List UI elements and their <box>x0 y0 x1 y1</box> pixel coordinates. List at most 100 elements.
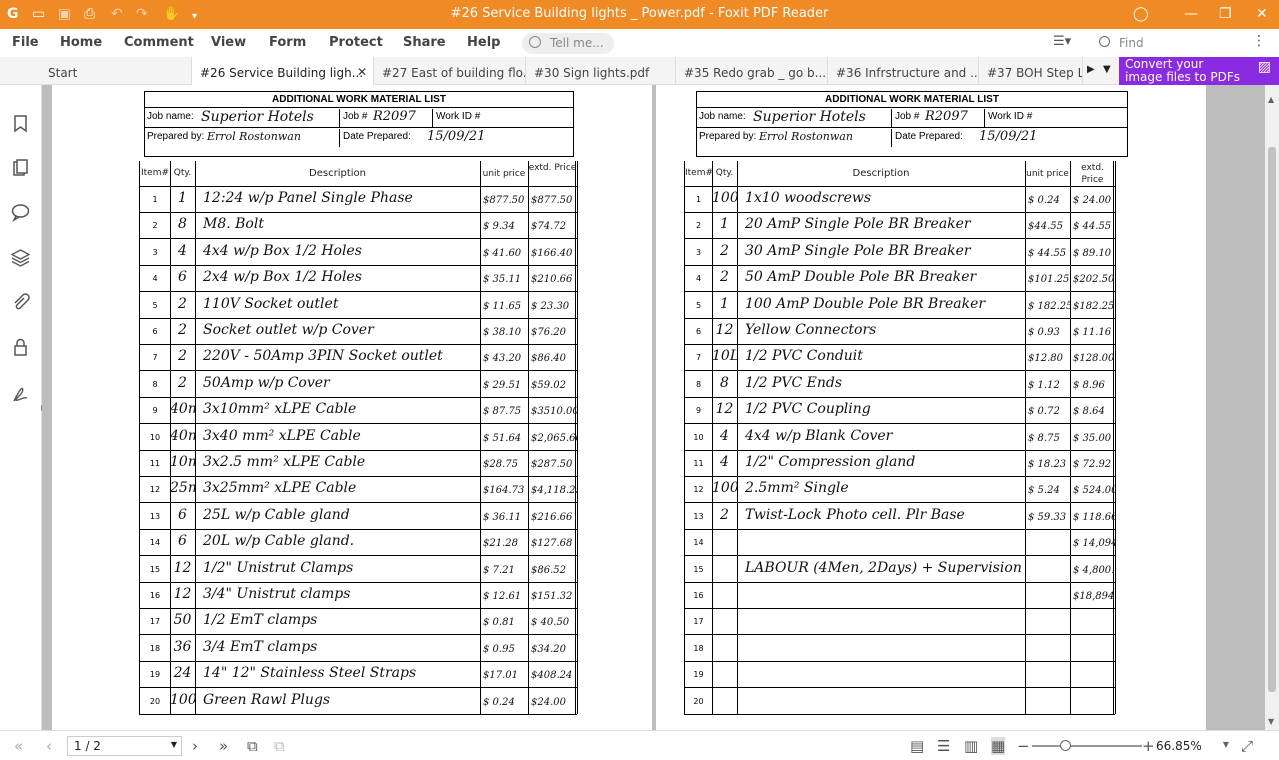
continuous-page-icon[interactable]: ☰ <box>937 737 950 755</box>
item-extended-price: $ 524.00 <box>1073 485 1115 497</box>
vertical-scrollbar[interactable]: ▲ ▼ <box>1265 85 1279 730</box>
item-unit-price: $ 182.25 <box>1028 300 1070 312</box>
next-view-icon[interactable]: ⧉ <box>274 737 285 755</box>
previous-view-icon[interactable]: ⧉ <box>247 737 258 755</box>
close-tab-icon[interactable]: ✕ <box>357 65 367 79</box>
fullscreen-icon[interactable]: ⤢ <box>1241 737 1253 755</box>
item-description: LABOUR (4Men, 2Days) + Supervision <box>745 559 1022 576</box>
facing-page-icon[interactable]: ▥ <box>964 737 978 755</box>
item-unit-price: $ 0.24 <box>483 696 515 708</box>
item-description: 20 AmP Single Pole BR Breaker <box>745 216 971 233</box>
menu-file[interactable]: File <box>12 35 39 50</box>
print-icon[interactable]: ⎙ <box>84 5 95 23</box>
zoom-out-icon[interactable]: − <box>1017 737 1030 755</box>
find-input[interactable]: Find <box>1095 32 1237 54</box>
undo-icon[interactable]: ↶ <box>111 5 123 23</box>
tab-list-dropdown-icon[interactable]: ▼ <box>1103 64 1111 75</box>
search-icon <box>1099 36 1110 47</box>
close-icon[interactable]: ✕ <box>1256 5 1268 23</box>
tab-doc-35[interactable]: #35 Redo grab _ go b... <box>676 57 828 85</box>
tab-start[interactable]: Start <box>40 57 192 85</box>
security-lock-icon[interactable] <box>11 338 30 357</box>
continuous-facing-icon[interactable]: ▦ <box>991 737 1006 755</box>
item-extended-price: $216.66 <box>531 511 573 523</box>
item-unit-price: $ 8.75 <box>1028 432 1060 444</box>
single-page-icon[interactable]: ▤ <box>910 737 924 755</box>
tab-doc-26[interactable]: #26 Service Building ligh... ✕ <box>192 57 374 85</box>
col-item: Item# <box>685 168 712 178</box>
pages-icon[interactable] <box>11 159 30 178</box>
menu-protect[interactable]: Protect <box>329 35 383 50</box>
zoom-slider[interactable] <box>1032 740 1142 751</box>
tab-doc-30[interactable]: #30 Sign lights.pdf <box>526 57 676 85</box>
job-number-value: R2097 <box>925 109 968 124</box>
item-quantity: 36 <box>173 638 192 655</box>
tab-doc-36[interactable]: #36 Infrstructure and ... <box>828 57 979 85</box>
material-table-left: Item# Qty. Description unit price extd. Pric… <box>139 161 578 715</box>
item-description: 3x40 mm² xLPE Cable <box>203 427 361 444</box>
item-quantity: 12 <box>173 586 192 602</box>
search-options-icon[interactable]: ☰▾ <box>1053 34 1071 49</box>
bookmark-icon[interactable] <box>11 114 30 133</box>
tab-scroll-right-icon[interactable]: ▶ <box>1087 64 1095 75</box>
scroll-down-icon[interactable]: ▼ <box>1268 717 1274 726</box>
zoom-dropdown-icon[interactable]: ▼ <box>1223 740 1229 749</box>
zoom-level-field[interactable]: 66.85% ▼ <box>1153 736 1233 756</box>
col-unit-price: unit price <box>1026 169 1069 179</box>
account-icon[interactable]: ◯ <box>1133 5 1149 23</box>
hand-tool-icon[interactable]: ✋ <box>163 5 180 23</box>
layers-icon[interactable] <box>10 248 31 267</box>
customize-toolbar-icon[interactable]: ▾ <box>192 8 197 26</box>
convert-ad-banner[interactable]: Convert your image files to PDFs ▨ <box>1119 57 1279 85</box>
job-number-label: Job # <box>343 111 368 122</box>
item-quantity: 40mts <box>170 427 195 444</box>
zoom-slider-handle[interactable] <box>1060 740 1071 751</box>
col-unit-price: unit price <box>482 169 526 179</box>
next-page-icon[interactable]: › <box>192 737 198 755</box>
menu-comment[interactable]: Comment <box>124 35 194 50</box>
page-number-field[interactable]: 1 / 2 ▼ <box>67 736 182 756</box>
material-table-right: Item# Qty. Description unit price extd. Pric… <box>684 161 1116 715</box>
signature-icon[interactable] <box>11 385 30 404</box>
page-dropdown-icon[interactable]: ▼ <box>171 740 177 749</box>
item-unit-price: $ 7.21 <box>483 564 515 576</box>
item-extended-price: $ 89.10 <box>1073 247 1112 259</box>
item-extended-price: $128.00 <box>1073 353 1115 365</box>
menu-home[interactable]: Home <box>60 35 102 50</box>
item-extended-price <box>1070 689 1115 715</box>
document-viewer[interactable]: ADDITIONAL WORK MATERIAL LIST Job name: Su… <box>42 85 1265 730</box>
menu-share[interactable]: Share <box>403 35 446 50</box>
tab-doc-37[interactable]: #37 BOH Step Lig <box>979 57 1083 85</box>
item-quantity: 2 <box>720 269 729 286</box>
table-row: 19 24 14" 12" Stainless Steel Straps $17.01… <box>140 662 577 689</box>
scroll-thumb[interactable] <box>1268 147 1276 692</box>
open-folder-icon[interactable]: ▭ <box>32 5 45 23</box>
minimize-icon[interactable]: — <box>1184 5 1198 23</box>
comments-icon[interactable] <box>11 203 30 222</box>
item-quantity: 12 <box>715 322 734 338</box>
last-page-icon[interactable]: » <box>219 737 228 755</box>
maximize-icon[interactable]: ❐ <box>1219 5 1232 23</box>
tell-me-search[interactable]: Tell me... <box>522 33 614 54</box>
item-description: 25L w/p Cable gland <box>203 506 350 523</box>
menu-view[interactable]: View <box>211 35 246 50</box>
item-unit-price <box>1025 636 1070 662</box>
first-page-icon[interactable]: « <box>14 737 23 755</box>
item-description: 3/4" Unistrut clamps <box>203 586 351 602</box>
attachment-icon[interactable] <box>11 293 30 312</box>
more-options-icon[interactable]: ⋮ <box>1252 33 1266 49</box>
form-heading: ADDITIONAL WORK MATERIAL LIST <box>145 92 573 108</box>
item-unit-price: $ 41.60 <box>483 247 522 259</box>
redo-icon[interactable]: ↷ <box>136 5 148 23</box>
tab-doc-27[interactable]: #27 East of building flo... <box>374 57 526 85</box>
menu-form[interactable]: Form <box>269 35 306 50</box>
scroll-up-icon[interactable]: ▲ <box>1268 95 1274 104</box>
table-row: 13 2 Twist-Lock Photo cell. Plr Base $ 59.3… <box>685 504 1115 530</box>
item-quantity: 10mts <box>170 454 195 470</box>
previous-page-icon[interactable]: ‹ <box>46 737 52 755</box>
menu-help[interactable]: Help <box>467 35 500 50</box>
save-icon[interactable]: ▣ <box>58 5 71 23</box>
item-number: 20 <box>693 696 704 706</box>
job-name-label: Job name: <box>147 111 194 122</box>
item-description: 3/4 EmT clamps <box>203 638 318 655</box>
